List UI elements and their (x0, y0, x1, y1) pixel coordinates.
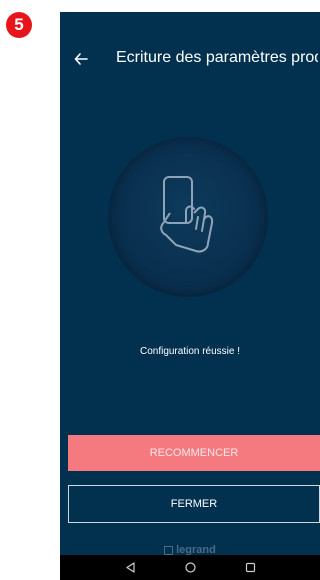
illustration-circle (108, 137, 268, 297)
back-button[interactable] (66, 44, 96, 74)
phone-screen: Ecriture des paramètres prod... Configur… (60, 12, 320, 580)
app-bar: Ecriture des paramètres prod... (60, 12, 320, 66)
back-triangle-icon (125, 562, 135, 573)
restart-button[interactable]: RECOMMENCER (68, 435, 320, 471)
page-title: Ecriture des paramètres prod... (116, 49, 318, 66)
home-circle-icon (184, 562, 196, 573)
arrow-left-icon (74, 53, 88, 65)
step-badge: 5 (6, 12, 32, 38)
success-message: Configuration réussie ! (139, 346, 241, 357)
close-button[interactable]: FERMER (68, 485, 320, 523)
legrand-mark-icon (164, 545, 174, 555)
nav-home-button[interactable] (184, 562, 196, 573)
recents-square-icon (245, 562, 255, 573)
system-nav-bar (60, 555, 320, 580)
hand-holding-phone-icon (160, 176, 214, 253)
nav-back-button[interactable] (125, 562, 136, 573)
nav-recents-button[interactable] (245, 562, 256, 573)
